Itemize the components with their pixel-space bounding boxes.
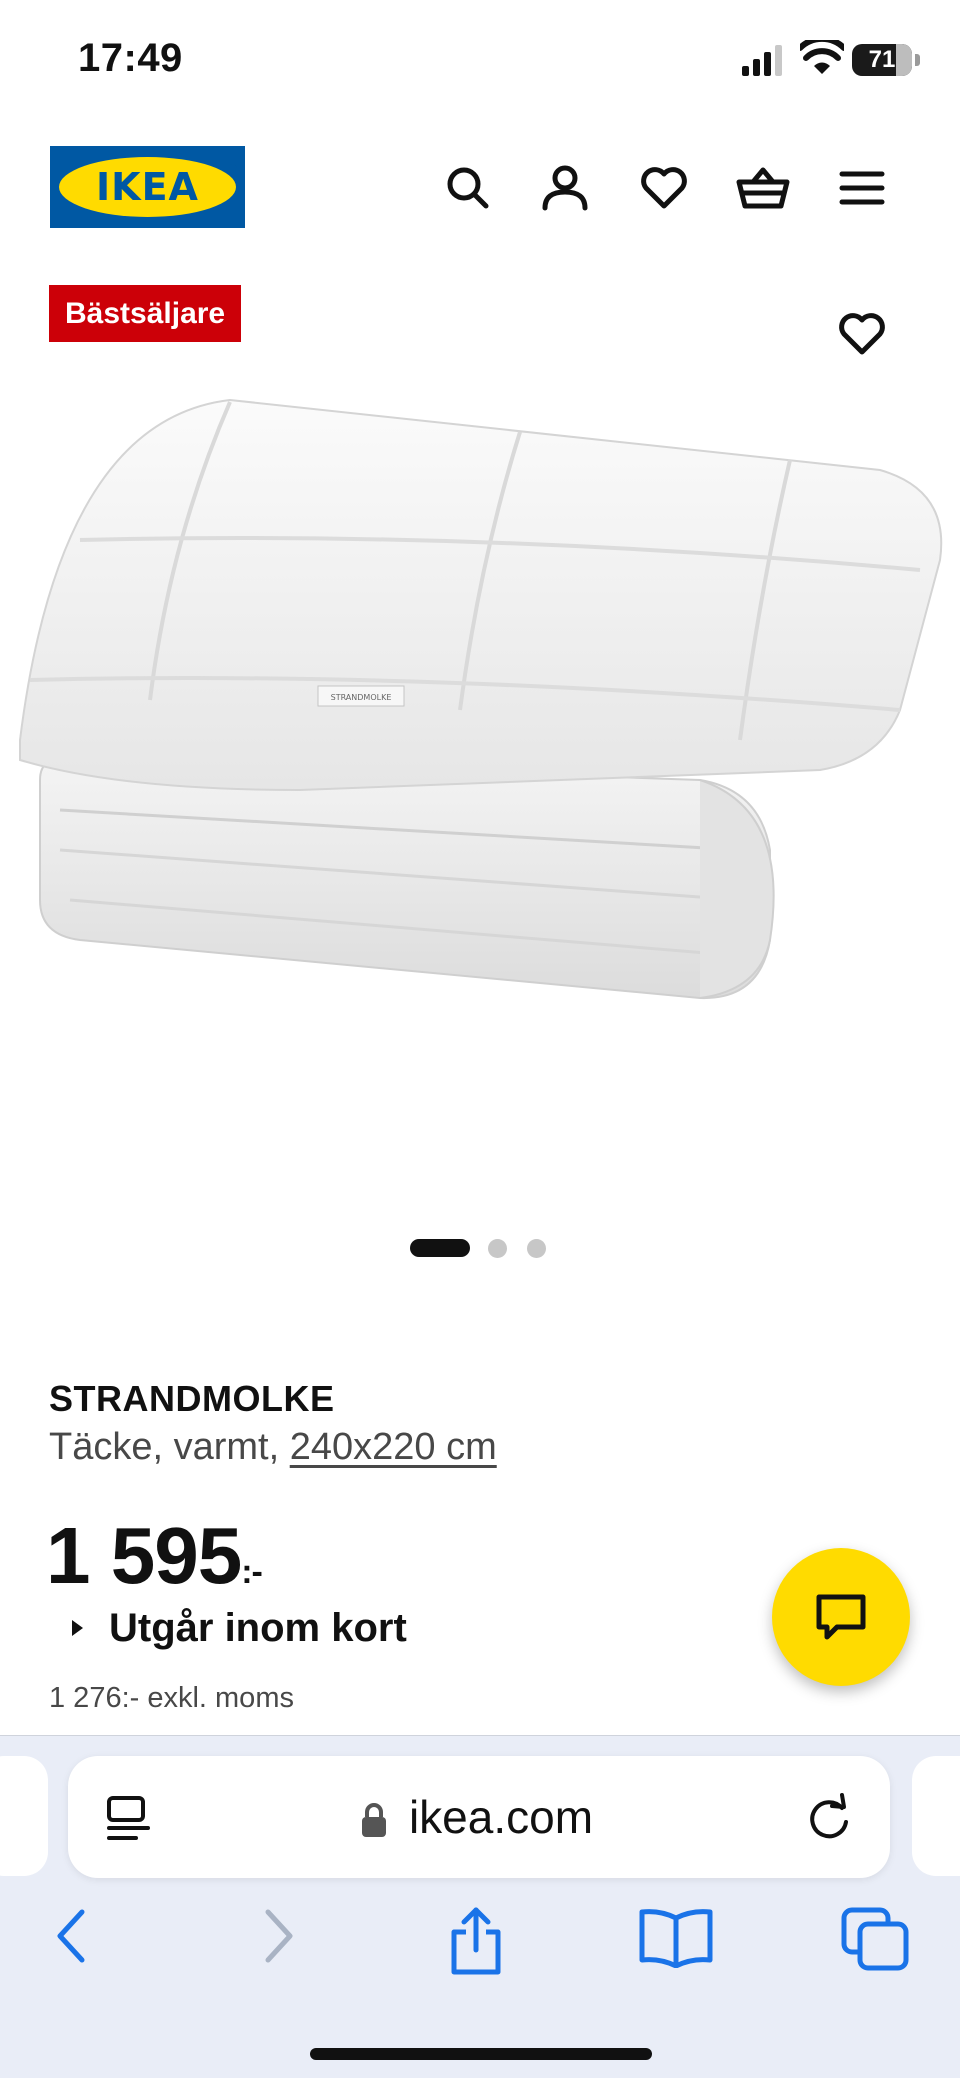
battery-level: 71 (868, 46, 896, 73)
carousel-dot-3[interactable] (527, 1239, 546, 1258)
availability-text: Utgår inom kort (109, 1606, 407, 1650)
reload-icon[interactable] (804, 1792, 854, 1842)
forward-icon[interactable] (254, 1906, 302, 1966)
price-suffix: :- (241, 1553, 263, 1591)
cellular-signal-icon (742, 45, 782, 76)
battery-indicator: 71 (852, 44, 920, 76)
carousel-dot-1[interactable] (410, 1239, 470, 1257)
ikea-logo[interactable]: IKEA (50, 146, 245, 228)
heart-icon[interactable] (636, 160, 692, 216)
profile-icon[interactable] (537, 160, 593, 216)
add-to-favourites-heart-icon[interactable] (834, 306, 890, 362)
search-icon[interactable] (440, 160, 496, 216)
chat-icon (816, 1594, 866, 1640)
caret-right-icon (72, 1620, 83, 1636)
status-bar: 17:49 71 (0, 0, 960, 120)
bookmarks-icon[interactable] (638, 1906, 714, 1968)
product-type: Täcke, varmt, (49, 1426, 280, 1468)
chat-button[interactable] (772, 1548, 910, 1686)
back-icon[interactable] (48, 1906, 96, 1966)
price-amount: 1 595 (46, 1511, 242, 1600)
bestseller-badge: Bästsäljare (49, 285, 242, 342)
product-name: STRANDMOLKE (49, 1378, 335, 1419)
site-header: IKEA (0, 130, 960, 250)
menu-icon[interactable] (834, 160, 890, 216)
share-icon[interactable] (446, 1906, 506, 1976)
product-image-duvet[interactable]: STRANDMOLKE (0, 380, 960, 1080)
next-tab-preview[interactable] (912, 1756, 960, 1876)
browser-toolbar: ikea.com (0, 1735, 960, 2078)
home-indicator (310, 2048, 652, 2060)
url-text: ikea.com (408, 1791, 594, 1843)
carousel-dot-2[interactable] (488, 1239, 507, 1258)
wifi-icon (800, 40, 844, 74)
product-price: 1 595:- (46, 1510, 263, 1602)
product-size-link[interactable]: 240x220 cm (290, 1426, 497, 1468)
basket-icon[interactable] (735, 160, 791, 216)
address-bar[interactable]: ikea.com (68, 1756, 890, 1878)
duvet-tag-label: STRANDMOLKE (331, 693, 392, 702)
previous-tab-preview[interactable] (0, 1756, 48, 1876)
price-excl-vat: 1 276:- exkl. moms (49, 1682, 294, 1714)
status-time: 17:49 (78, 36, 183, 80)
product-description: Täcke, varmt, 240x220 cm (49, 1426, 497, 1469)
tabs-icon[interactable] (840, 1906, 912, 1972)
